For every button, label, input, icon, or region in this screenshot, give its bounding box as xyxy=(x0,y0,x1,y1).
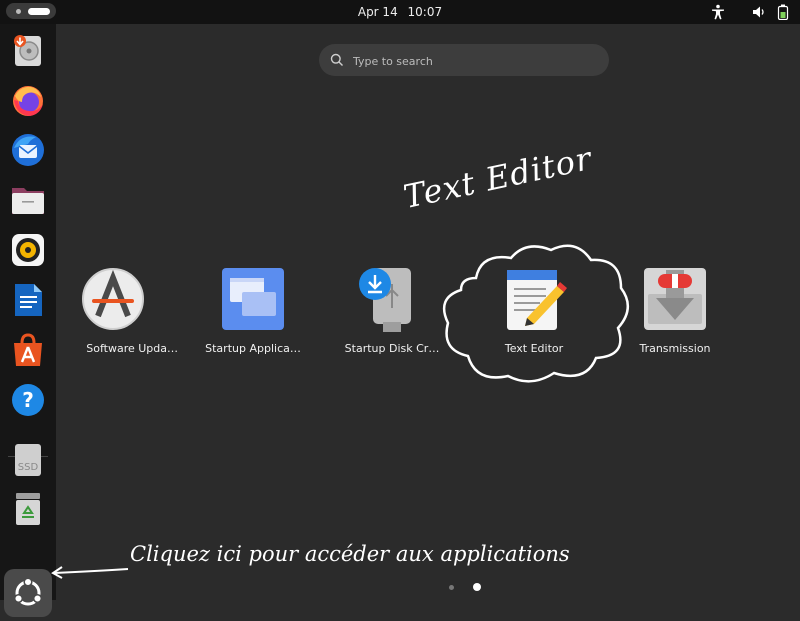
software-updater-icon[interactable] xyxy=(10,32,46,68)
app-label: Software Upda… xyxy=(86,342,178,355)
usb-drive-icon xyxy=(359,268,411,332)
search-icon xyxy=(330,53,343,66)
accessibility-icon[interactable] xyxy=(711,4,725,20)
app-software-updater[interactable]: Software Upda… xyxy=(48,262,178,362)
battery-icon[interactable] xyxy=(777,4,789,20)
volume-icon[interactable] xyxy=(752,4,766,20)
clock-time: 10:07 xyxy=(407,5,443,19)
annotation-arrow xyxy=(51,566,129,579)
help-icon[interactable]: ? xyxy=(10,382,46,418)
firefox-icon[interactable] xyxy=(10,82,46,118)
search-bar[interactable] xyxy=(319,44,609,78)
app-startup-applications[interactable]: Startup Applica… xyxy=(188,262,318,362)
annotation-hint: Cliquez ici pour accéder aux application… xyxy=(130,542,570,566)
app-text-editor[interactable]: Text Editor xyxy=(469,262,599,362)
app-startup-disk-creator[interactable]: Startup Disk Cr… xyxy=(327,262,457,362)
ssd-drive-icon[interactable]: SSD xyxy=(10,442,46,478)
app-label: Text Editor xyxy=(504,342,564,355)
show-applications-button[interactable] xyxy=(4,569,52,617)
thunderbird-icon[interactable] xyxy=(10,132,46,168)
trash-icon[interactable] xyxy=(10,491,46,527)
clock-date: Apr 14 xyxy=(357,5,398,19)
svg-text:?: ? xyxy=(22,388,34,412)
software-updater-icon xyxy=(82,268,144,330)
rhythmbox-icon[interactable] xyxy=(10,232,46,268)
page-indicator-1[interactable] xyxy=(449,585,454,590)
top-bar: Apr 14 10:07 xyxy=(0,0,800,24)
app-label: Startup Applica… xyxy=(205,342,301,355)
annotation-title: Text Editor xyxy=(400,139,596,216)
page-indicator-2[interactable] xyxy=(473,583,481,591)
app-transmission[interactable]: Transmission xyxy=(610,262,740,362)
startup-applications-icon xyxy=(222,268,284,330)
transmission-icon xyxy=(644,268,706,330)
search-input[interactable] xyxy=(351,44,595,78)
app-label: Startup Disk Cr… xyxy=(344,342,440,355)
ubuntu-logo-icon xyxy=(13,577,43,606)
libreoffice-writer-icon[interactable] xyxy=(10,282,46,318)
text-editor-icon xyxy=(507,270,567,330)
app-label: Transmission xyxy=(639,342,711,355)
files-icon[interactable] xyxy=(10,182,46,218)
app-center-icon[interactable] xyxy=(10,332,46,368)
clock[interactable]: Apr 14 10:07 xyxy=(0,0,800,24)
ssd-label: SSD xyxy=(18,462,39,473)
